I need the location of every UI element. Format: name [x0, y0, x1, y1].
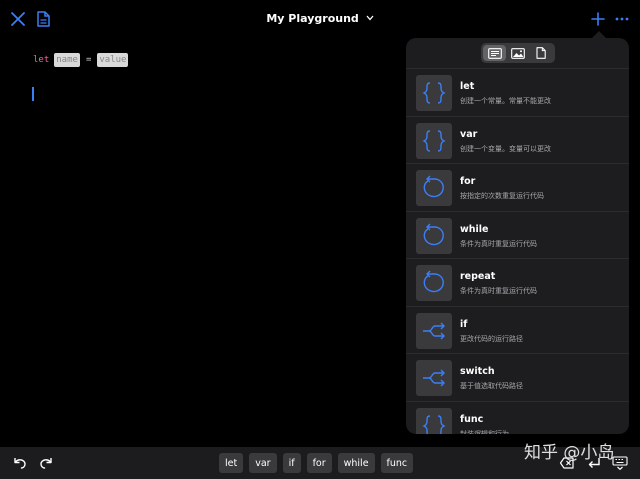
branch-icon: [416, 312, 452, 349]
text-list-icon: [487, 44, 502, 63]
snippet-item-if[interactable]: if 更改代码的运行路径: [406, 305, 629, 354]
snippet-description: 更改代码的运行路径: [460, 334, 523, 343]
snippet-item-var[interactable]: var 创建一个变量。变量可以更改: [406, 115, 629, 164]
snippet-title: if: [460, 318, 468, 330]
snippet-chip-row: let var if for while func: [219, 453, 414, 473]
chevron-down-icon: [366, 11, 374, 24]
braces-icon: [416, 407, 452, 434]
top-bar: My Playground: [0, 0, 640, 38]
undo-icon[interactable]: [12, 455, 28, 471]
file-icon: [536, 44, 547, 63]
loop-icon: [416, 217, 452, 254]
code-keyword: let: [33, 55, 50, 65]
plus-icon[interactable]: [589, 10, 607, 28]
value-placeholder[interactable]: value: [97, 53, 129, 67]
chip-for[interactable]: for: [306, 453, 332, 473]
snippet-title: let: [460, 81, 475, 92]
chip-while[interactable]: while: [337, 453, 375, 473]
snippet-description: 按指定的次数重复运行代码: [460, 192, 544, 200]
braces-icon: [416, 122, 452, 159]
code-line[interactable]: let name = value: [33, 52, 129, 68]
equals-sign: =: [85, 55, 92, 65]
library-segmented-control: [481, 43, 555, 63]
chip-let[interactable]: let: [219, 453, 244, 473]
snippet-description: 基于值选取代码路径: [460, 382, 523, 390]
redo-icon[interactable]: [38, 455, 54, 471]
snippet-library-popover: let 创建一个常量。常量不能更改 var 创建一个变量。变量可以更改 for 按指定的次…: [406, 38, 629, 434]
snippet-title: repeat: [460, 271, 496, 282]
watermark: 知乎 @小岛: [524, 443, 615, 463]
snippet-description: 封装逻辑和行为: [460, 429, 509, 435]
snippet-item-switch[interactable]: switch 基于值选取代码路径: [406, 353, 629, 401]
snippet-item-while[interactable]: while 条件为真时重复运行代码: [406, 210, 629, 259]
snippet-description: 条件为真时重复运行代码: [460, 287, 537, 295]
snippet-description: 条件为真时重复运行代码: [460, 239, 537, 248]
snippet-list: let 创建一个常量。常量不能更改 var 创建一个变量。变量可以更改 for 按指定的次…: [406, 68, 629, 434]
chip-var[interactable]: var: [249, 453, 277, 473]
chip-if[interactable]: if: [282, 453, 301, 473]
tab-code-snippets[interactable]: [483, 44, 507, 63]
image-icon: [511, 44, 525, 63]
loop-icon: [416, 265, 452, 301]
page-title: My Playground: [266, 12, 359, 25]
snippet-description: 创建一个常量。常量不能更改: [460, 97, 551, 105]
tab-images[interactable]: [506, 45, 529, 61]
loop-icon: [416, 170, 452, 206]
name-placeholder[interactable]: name: [54, 53, 80, 67]
snippet-item-let[interactable]: let 创建一个常量。常量不能更改: [406, 68, 629, 116]
tab-files[interactable]: [530, 45, 553, 61]
snippet-title: for: [460, 176, 476, 187]
snippet-item-repeat[interactable]: repeat 条件为真时重复运行代码: [406, 258, 629, 306]
branch-icon: [416, 360, 452, 396]
text-cursor: [32, 87, 34, 101]
chip-func[interactable]: func: [380, 453, 414, 473]
snippet-title: func: [460, 413, 484, 425]
snippet-item-for[interactable]: for 按指定的次数重复运行代码: [406, 163, 629, 211]
snippet-description: 创建一个变量。变量可以更改: [460, 144, 551, 153]
snippet-title: switch: [460, 366, 495, 377]
snippet-title: while: [460, 223, 489, 235]
playground-title[interactable]: My Playground: [0, 11, 640, 25]
braces-icon: [416, 75, 452, 111]
snippet-title: var: [460, 128, 478, 140]
snippet-item-func[interactable]: func 封装逻辑和行为: [406, 400, 629, 435]
more-icon[interactable]: [613, 10, 631, 28]
